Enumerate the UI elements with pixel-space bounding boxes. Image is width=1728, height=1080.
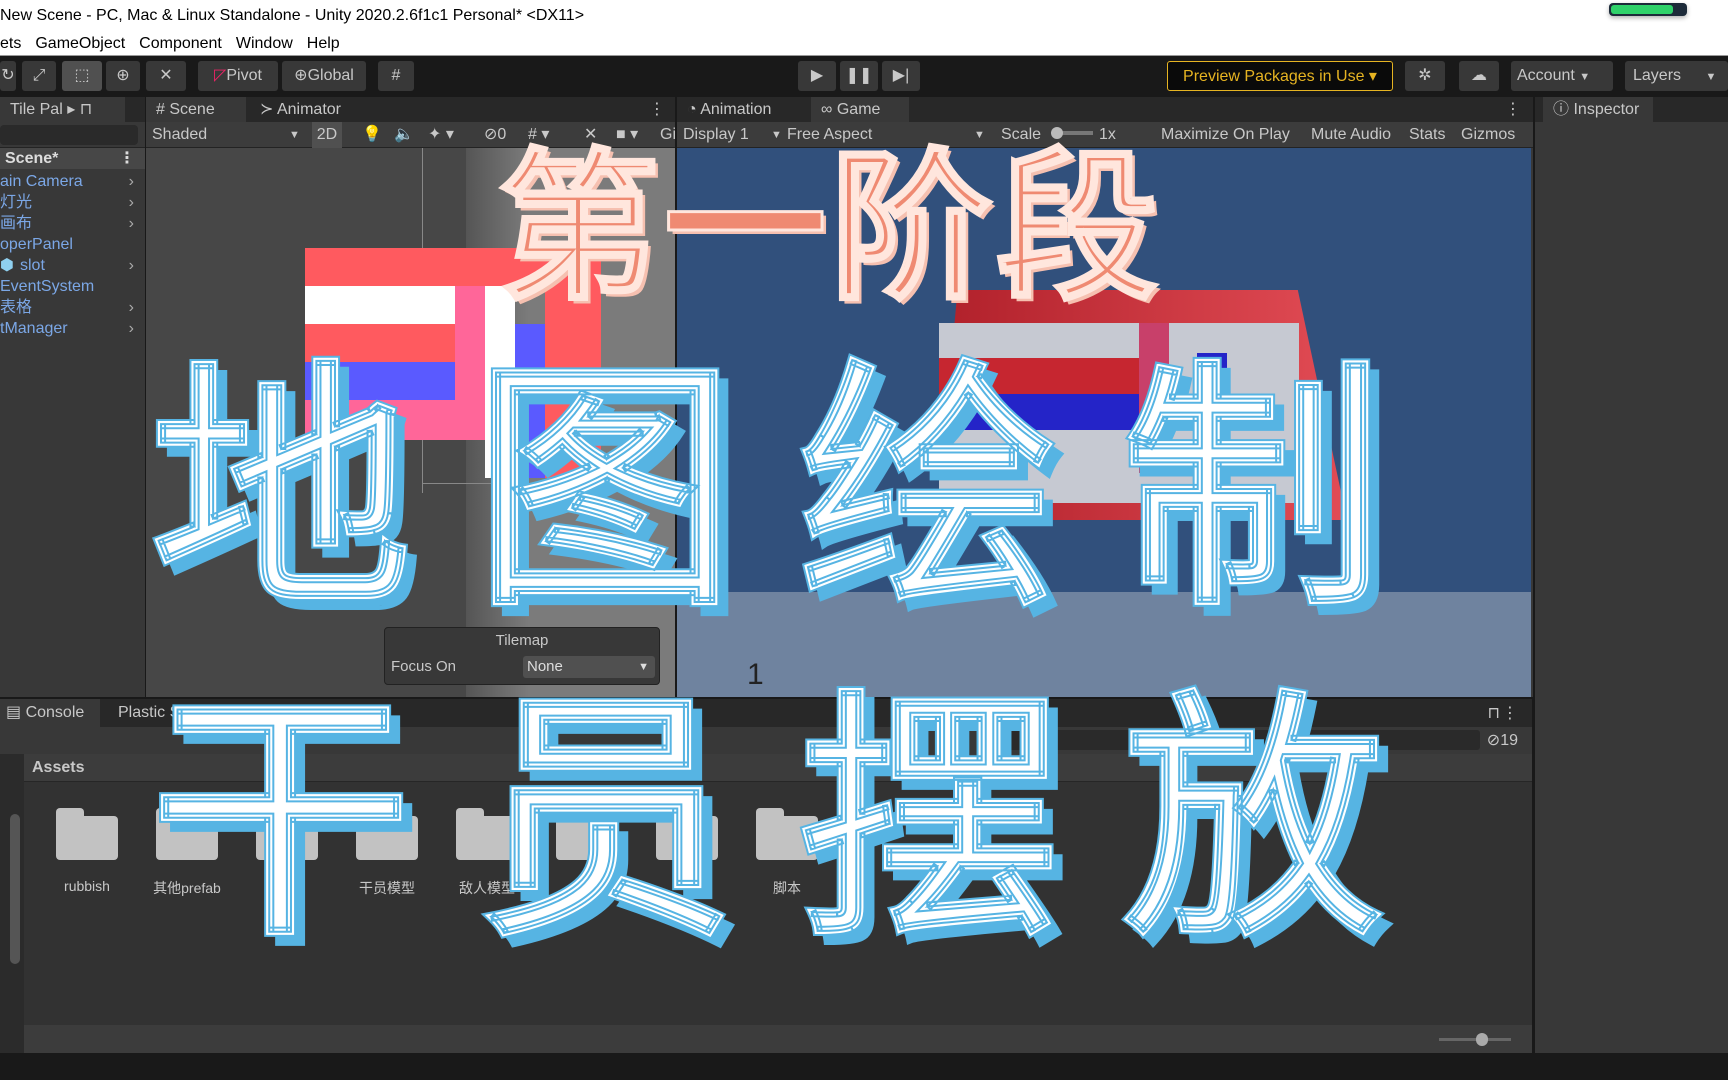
menu-window[interactable]: Window (236, 31, 293, 55)
chevron-right-icon[interactable]: › (129, 213, 134, 234)
lock-icon[interactable]: ⊓ (1488, 703, 1500, 723)
info-icon: ⓘ (1553, 101, 1570, 118)
mute-audio-button[interactable]: Mute Audio (1311, 122, 1391, 148)
scale-tool-icon[interactable]: ⤢ (22, 61, 56, 91)
step-button[interactable]: ▶| (882, 61, 920, 91)
maximize-on-play-button[interactable]: Maximize On Play (1161, 122, 1290, 148)
prefab-icon: ⬢ (0, 257, 14, 274)
progress-indicator (1609, 3, 1687, 16)
icon-size-slider[interactable] (1439, 1033, 1511, 1046)
hierarchy-item[interactable]: 灯光 › (0, 192, 140, 213)
hidden-packages-toggle[interactable]: ⊘19 (1487, 730, 1518, 750)
pause-button[interactable]: ❚❚ (840, 61, 878, 91)
chevron-right-icon[interactable]: › (129, 297, 134, 318)
rotate-tool-icon[interactable]: ↻ (0, 61, 16, 91)
2d-toggle[interactable]: 2D (312, 122, 342, 148)
hidden-objects-toggle[interactable]: ⊘ 0 (484, 122, 506, 148)
menu-bar: ets GameObject Component Window Help (0, 31, 1728, 56)
transform-tool-icon[interactable]: ⊕ (106, 61, 140, 91)
console-icon: ▤ (6, 704, 22, 721)
services-icon[interactable]: ✲ (1405, 61, 1445, 91)
window-title: New Scene - PC, Mac & Linux Standalone -… (0, 7, 585, 24)
stats-button[interactable]: Stats (1409, 122, 1445, 148)
folder-tree-scrollbar[interactable] (0, 754, 24, 1053)
chevron-right-icon[interactable]: › (129, 318, 134, 339)
more-icon[interactable]: ⋮ (649, 99, 665, 119)
hierarchy-search-input[interactable] (0, 125, 138, 145)
inspector-panel: ⓘ Inspector (1535, 97, 1728, 1053)
chevron-right-icon[interactable]: › (129, 192, 134, 213)
tab-inspector[interactable]: ⓘ Inspector (1543, 97, 1653, 122)
snap-icon[interactable]: # (378, 61, 414, 91)
tab-tile-palette[interactable]: Tile Pal ▸ ⊓ (0, 97, 125, 122)
gizmos-button[interactable]: Gizmos (1461, 122, 1515, 148)
more-icon[interactable]: ⋮ (1505, 99, 1521, 119)
pivot-button[interactable]: ◸Pivot (198, 61, 278, 91)
menu-gameobject[interactable]: GameObject (35, 31, 125, 55)
hierarchy-item[interactable]: operPanel (0, 234, 140, 255)
global-button[interactable]: ⊕Global (282, 61, 366, 91)
custom-tool-icon[interactable]: ✕ (146, 61, 186, 91)
more-icon[interactable]: ⋮ (119, 148, 135, 169)
menu-help[interactable]: Help (307, 31, 340, 55)
account-dropdown[interactable]: Account ▼ (1511, 61, 1613, 91)
tab-console[interactable]: ▤ Console (0, 699, 100, 727)
pivot-icon: ◸ (214, 67, 227, 84)
menu-assets[interactable]: ets (0, 31, 21, 55)
preview-packages-button[interactable]: Preview Packages in Use ▾ (1167, 61, 1393, 91)
play-button[interactable]: ▶ (798, 61, 836, 91)
menu-component[interactable]: Component (139, 31, 222, 55)
chevron-right-icon[interactable]: › (129, 255, 134, 276)
project-footer (24, 1025, 1532, 1053)
hierarchy-item[interactable]: 表格 › (0, 297, 140, 318)
rect-tool-icon[interactable]: ⬚ (62, 61, 102, 91)
chevron-down-icon: ▼ (1705, 71, 1717, 83)
overlay-title-stage: 第一阶段 (497, 135, 1162, 323)
hierarchy-item[interactable]: 画布 › (0, 213, 140, 234)
tab-animator[interactable]: ≻ Animator (250, 97, 360, 122)
overlay-title-operator-placement: 干员摆放 (149, 668, 1446, 973)
chevron-right-icon[interactable]: › (129, 171, 134, 192)
lock-icon[interactable]: ⊓ (80, 101, 92, 118)
folder-label[interactable]: rubbish (37, 878, 137, 894)
audio-icon[interactable]: 🔈 (394, 122, 414, 148)
more-icon[interactable]: ⋮ (1502, 703, 1518, 723)
lighting-icon[interactable]: 💡 (362, 122, 382, 148)
hierarchy-item[interactable]: ain Camera › (0, 171, 140, 192)
layers-dropdown[interactable]: Layers ▼ (1625, 61, 1728, 91)
overlay-title-map-drawing: 地图绘制 (149, 338, 1446, 643)
cloud-icon[interactable]: ☁ (1459, 61, 1499, 91)
chevron-down-icon: ▼ (1579, 71, 1591, 83)
hierarchy-item[interactable]: tManager › (0, 318, 140, 339)
hierarchy-item[interactable]: slot › ⬢ (0, 255, 140, 276)
effects-icon[interactable]: ✦ ▾ (428, 122, 454, 148)
hierarchy-panel: Tile Pal ▸ ⊓ Scene* ⋮ ain Camera › 灯光 › 画布 › op… (0, 97, 145, 697)
scene-header[interactable]: Scene* ⋮ (0, 148, 145, 169)
main-toolbar: ↻ ⤢ ⬚ ⊕ ✕ ◸Pivot ⊕Global # ▶ ❚❚ ▶| Previ… (0, 56, 1728, 96)
globe-icon: ⊕ (294, 67, 308, 84)
hierarchy-item[interactable]: EventSystem (0, 276, 140, 297)
window-title-bar: New Scene - PC, Mac & Linux Standalone -… (0, 0, 1728, 31)
tab-game[interactable]: ∞ Game (811, 97, 909, 122)
tab-scene[interactable]: # Scene (146, 97, 246, 122)
folder-icon[interactable] (56, 808, 118, 860)
tab-animation[interactable]: ◔ Animation (677, 97, 807, 122)
